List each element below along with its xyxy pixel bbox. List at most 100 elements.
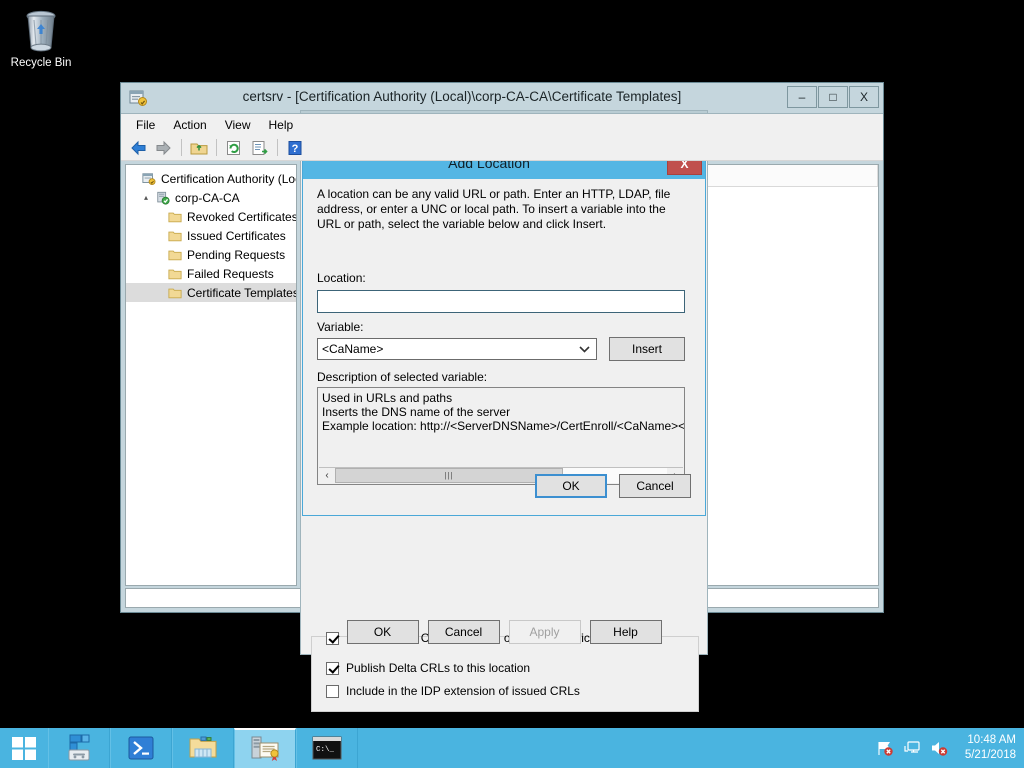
folder-icon (166, 211, 184, 223)
desktop-icon-recycle-bin[interactable]: Recycle Bin (2, 6, 80, 70)
tree-item-label: Certificate Templates (187, 286, 297, 300)
add-location-instructions: A location can be any valid URL or path.… (317, 187, 691, 232)
minimize-button[interactable]: – (787, 86, 817, 108)
menu-item-action[interactable]: Action (164, 116, 215, 134)
recycle-bin-icon (2, 6, 80, 54)
tree-item-label: Revoked Certificates (187, 210, 297, 224)
variable-selected-value: <CaName> (322, 342, 383, 356)
mmc-window-buttons: – □ X (787, 86, 879, 108)
location-label: Location: (317, 271, 366, 285)
add-location-body: A location can be any valid URL or path.… (309, 181, 699, 511)
windows-start-icon[interactable] (0, 728, 48, 768)
back-icon[interactable] (126, 137, 150, 159)
taskbar-item-certification-authority[interactable] (234, 728, 296, 768)
folder-icon (166, 268, 184, 280)
tree-item-certification-authority-local[interactable]: Certification Authority (Local) (126, 169, 296, 188)
checkbox-label: Include in the IDP extension of issued C… (346, 684, 580, 698)
refresh-icon[interactable] (222, 137, 246, 159)
taskbar-item-file-explorer[interactable] (172, 728, 234, 768)
checkbox-row-idp-extension[interactable]: Include in the IDP extension of issued C… (312, 680, 698, 702)
checkbox-idp-extension[interactable] (326, 685, 339, 698)
ca-root-icon (140, 172, 158, 186)
scroll-left-arrow-icon[interactable]: ‹ (319, 468, 335, 483)
powershell-icon (127, 734, 155, 762)
extensions-options-group: Include in the CDP extension of issued c… (311, 636, 699, 712)
svg-text:?: ? (292, 143, 299, 155)
help-icon[interactable]: ? (283, 137, 307, 159)
taskbar-item-powershell[interactable] (110, 728, 172, 768)
variable-description-box[interactable]: Used in URLs and paths Inserts the DNS n… (317, 387, 685, 485)
tree-item-label: corp-CA-CA (175, 191, 240, 205)
tree-item-corp-ca-ca[interactable]: ▴ corp-CA-CA (126, 188, 296, 207)
add-location-dialog-buttons: OK Cancel (535, 474, 691, 498)
menu-item-help[interactable]: Help (260, 116, 303, 134)
tree-item-label: Pending Requests (187, 248, 285, 262)
tree-item-label: Issued Certificates (187, 229, 286, 243)
add-location-ok-button[interactable]: OK (535, 474, 607, 498)
variable-label: Variable: (317, 320, 363, 334)
properties-cancel-button[interactable]: Cancel (428, 620, 500, 644)
variable-dropdown[interactable]: <CaName> (317, 338, 597, 360)
file-explorer-icon (188, 735, 218, 761)
server-manager-icon (64, 734, 94, 762)
volume-muted-icon[interactable] (930, 739, 948, 757)
chevron-down-icon[interactable] (579, 339, 590, 359)
description-line: Used in URLs and paths (322, 391, 680, 405)
taskbar-item-server-manager[interactable] (48, 728, 110, 768)
desktop: Recycle Bin certsrv - [Certification Aut… (0, 0, 1024, 768)
toolbar-separator (277, 139, 278, 156)
mmc-window-title: certsrv - [Certification Authority (Loca… (161, 89, 763, 104)
location-input[interactable] (317, 290, 685, 313)
certification-authority-taskbar-icon (250, 735, 280, 763)
menu-item-view[interactable]: View (216, 116, 260, 134)
up-folder-icon[interactable] (187, 137, 211, 159)
insert-button[interactable]: Insert (609, 337, 685, 361)
taskbar: C:\_ (0, 728, 1024, 768)
checkbox-publish-delta-crls[interactable] (326, 662, 339, 675)
description-line: Example location: http://<ServerDNSName>… (322, 419, 680, 433)
tree-item-failed-requests[interactable]: Failed Requests (126, 264, 296, 283)
clock-date: 5/21/2018 (965, 748, 1016, 763)
certification-authority-icon (129, 89, 147, 107)
taskbar-item-command-prompt[interactable]: C:\_ (296, 728, 358, 768)
clock[interactable]: 10:48 AM 5/21/2018 (957, 733, 1016, 763)
tree-twisty[interactable]: ▴ (144, 193, 154, 202)
console-tree[interactable]: Certification Authority (Local) ▴ corp (125, 164, 297, 586)
system-tray: 10:48 AM 5/21/2018 (876, 728, 1024, 768)
folder-icon (166, 249, 184, 261)
desktop-icon-area: Recycle Bin (0, 0, 120, 70)
properties-apply-button: Apply (509, 620, 581, 644)
forward-icon[interactable] (152, 137, 176, 159)
checkbox-row-publish-delta-crls[interactable]: Publish Delta CRLs to this location (312, 657, 698, 679)
tree-item-issued-certificates[interactable]: Issued Certificates (126, 226, 296, 245)
menu-item-file[interactable]: File (127, 116, 164, 134)
ca-server-icon (154, 191, 172, 205)
network-status-icon[interactable] (903, 739, 921, 757)
folder-icon (166, 287, 184, 299)
close-button[interactable]: X (849, 86, 879, 108)
desktop-icon-label: Recycle Bin (2, 57, 80, 70)
tree-item-revoked-certificates[interactable]: Revoked Certificates (126, 207, 296, 226)
tree-item-label: Failed Requests (187, 267, 274, 281)
maximize-button[interactable]: □ (818, 86, 848, 108)
tree-item-certificate-templates[interactable]: Certificate Templates (126, 283, 296, 302)
network-flag-alert-icon[interactable] (876, 739, 894, 757)
properties-help-button[interactable]: Help (590, 620, 662, 644)
add-location-cancel-button[interactable]: Cancel (619, 474, 691, 498)
toolbar-separator (216, 139, 217, 156)
variable-description-text: Used in URLs and paths Inserts the DNS n… (318, 388, 684, 436)
properties-ok-button[interactable]: OK (347, 620, 419, 644)
tree-item-label: Certification Authority (Local) (161, 172, 297, 186)
toolbar-separator (181, 139, 182, 156)
clock-time: 10:48 AM (965, 733, 1016, 748)
scrollbar-thumb[interactable]: ||| (335, 468, 563, 483)
command-prompt-icon: C:\_ (312, 736, 342, 760)
toolbar: ? (121, 135, 883, 161)
properties-dialog-buttons: OK Cancel Apply Help (301, 620, 707, 644)
export-list-icon[interactable] (248, 137, 272, 159)
mmc-titlebar[interactable]: certsrv - [Certification Authority (Loca… (121, 83, 883, 113)
description-line: Inserts the DNS name of the server (322, 405, 680, 419)
menu-bar: File Action View Help (121, 113, 883, 135)
description-label: Description of selected variable: (317, 370, 487, 384)
tree-item-pending-requests[interactable]: Pending Requests (126, 245, 296, 264)
